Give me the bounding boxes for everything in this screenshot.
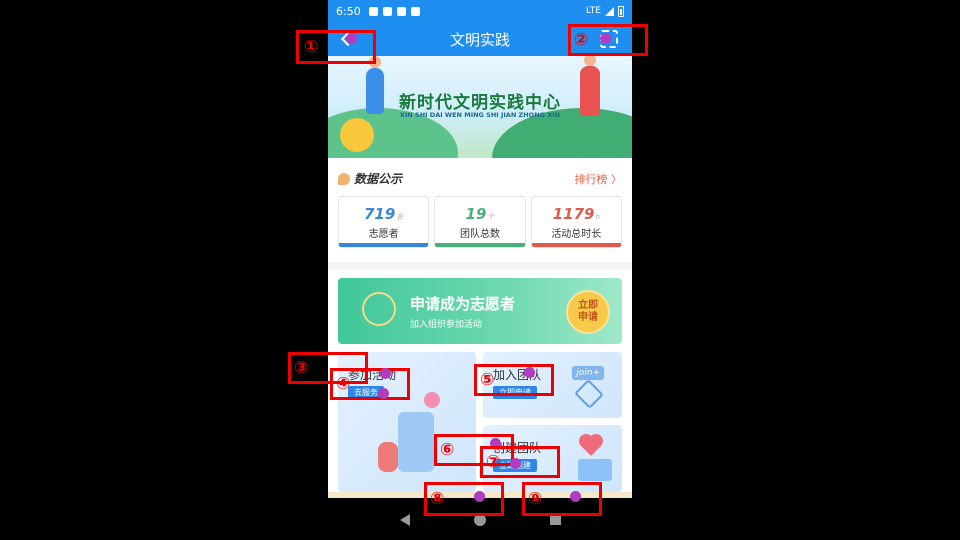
apply-subtitle: 加入组织参加活动 xyxy=(410,320,483,330)
apply-title: 申请成为志愿者 xyxy=(410,295,516,313)
annotation-label-9: ⑨ xyxy=(528,489,543,509)
page-title: 文明实践 xyxy=(449,30,510,49)
stat-number: 1179 xyxy=(552,205,595,223)
annotation-label-6: ⑥ xyxy=(440,440,455,460)
nav-back-icon[interactable] xyxy=(400,514,410,526)
stat-value: 719名 xyxy=(339,205,428,223)
annotation-marker-7 xyxy=(510,458,521,469)
stat-card-teams[interactable]: 19个 团队总数 xyxy=(434,196,526,248)
stat-unit: h xyxy=(595,213,600,221)
shield-icon xyxy=(382,6,392,16)
stat-unit: 名 xyxy=(396,213,404,221)
apply-now-button[interactable]: 立即 申请 xyxy=(566,290,610,334)
banner-subtitle: XIN SHI DAI WEN MING SHI JIAN ZHONG XIN xyxy=(399,111,561,119)
gear-icon xyxy=(368,6,378,16)
stat-value: 1179h xyxy=(532,205,621,223)
phone-illustration xyxy=(398,412,434,472)
heart-illustration xyxy=(424,392,440,408)
stats-heading-text: 数据公示 xyxy=(354,172,403,186)
annotation-label-2: ② xyxy=(574,30,589,50)
banner-title: 新时代文明实践中心 xyxy=(399,93,561,113)
play-icon xyxy=(396,6,406,16)
stat-label: 团队总数 xyxy=(459,229,500,240)
network-label: LTE xyxy=(586,6,601,16)
notification-icons xyxy=(368,6,420,16)
screenshot-canvas: 6:50 LTE 文明实践 新时代文明实践中心 XIN SHI DAI WEN … xyxy=(0,0,960,540)
leaf-icon xyxy=(338,172,350,185)
annotation-marker-9 xyxy=(570,491,581,502)
annotation-label-8: ⑧ xyxy=(430,489,445,509)
volunteer-logo-icon xyxy=(362,292,396,326)
data-stats-section: 数据公示 排行榜 〉 719名 志愿者 19个 团队总数 1179h 活动总时长 xyxy=(328,158,632,264)
signal-icon xyxy=(605,6,614,16)
annotation-label-4: ④ xyxy=(336,374,351,394)
section-divider xyxy=(328,262,632,270)
battery-icon xyxy=(618,5,624,17)
stat-label: 活动总时长 xyxy=(551,229,602,240)
hero-banner: 新时代文明实践中心 XIN SHI DAI WEN MING SHI JIAN … xyxy=(328,56,632,158)
banner-flower xyxy=(340,118,374,152)
stat-number: 719 xyxy=(364,205,396,223)
annotation-marker-1 xyxy=(346,33,357,44)
stats-heading: 数据公示 xyxy=(338,170,402,187)
heart-icon xyxy=(581,436,601,456)
stats-cards: 719名 志愿者 19个 团队总数 1179h 活动总时长 xyxy=(338,196,622,248)
handshake-icon xyxy=(574,379,604,409)
stat-accent-bar xyxy=(531,243,621,247)
stat-card-volunteers[interactable]: 719名 志愿者 xyxy=(338,196,430,248)
ranking-link[interactable]: 排行榜 〉 xyxy=(575,171,623,187)
status-bar: 6:50 LTE xyxy=(328,0,632,22)
apply-volunteer-banner[interactable]: 申请成为志愿者 加入组织参加活动 立即 申请 xyxy=(338,278,622,344)
annotation-label-3: ③ xyxy=(294,358,309,378)
annotation-marker-2 xyxy=(600,33,611,44)
stat-number: 19 xyxy=(465,205,487,223)
status-time: 6:50 xyxy=(336,4,361,18)
annotation-label-5: ⑤ xyxy=(480,370,495,390)
annotation-label-1: ① xyxy=(304,37,319,57)
stat-label: 志愿者 xyxy=(368,229,399,240)
annotation-marker-4 xyxy=(378,388,389,399)
annotation-marker-5 xyxy=(524,367,535,378)
annotation-marker-3 xyxy=(380,368,391,379)
stat-unit: 个 xyxy=(487,213,495,221)
person-illustration xyxy=(378,442,398,472)
card-icon xyxy=(578,459,612,481)
join-badge: join+ xyxy=(572,366,604,380)
annotation-label-7: ⑦ xyxy=(486,452,501,472)
stat-value: 19个 xyxy=(435,205,524,223)
status-right: LTE xyxy=(586,5,624,17)
stat-card-hours[interactable]: 1179h 活动总时长 xyxy=(530,196,622,248)
stat-accent-bar xyxy=(339,243,429,247)
sd-card-icon xyxy=(410,6,420,16)
stat-accent-bar xyxy=(435,243,525,247)
annotation-marker-8 xyxy=(474,491,485,502)
apply-now-label: 立即 申请 xyxy=(578,300,598,323)
